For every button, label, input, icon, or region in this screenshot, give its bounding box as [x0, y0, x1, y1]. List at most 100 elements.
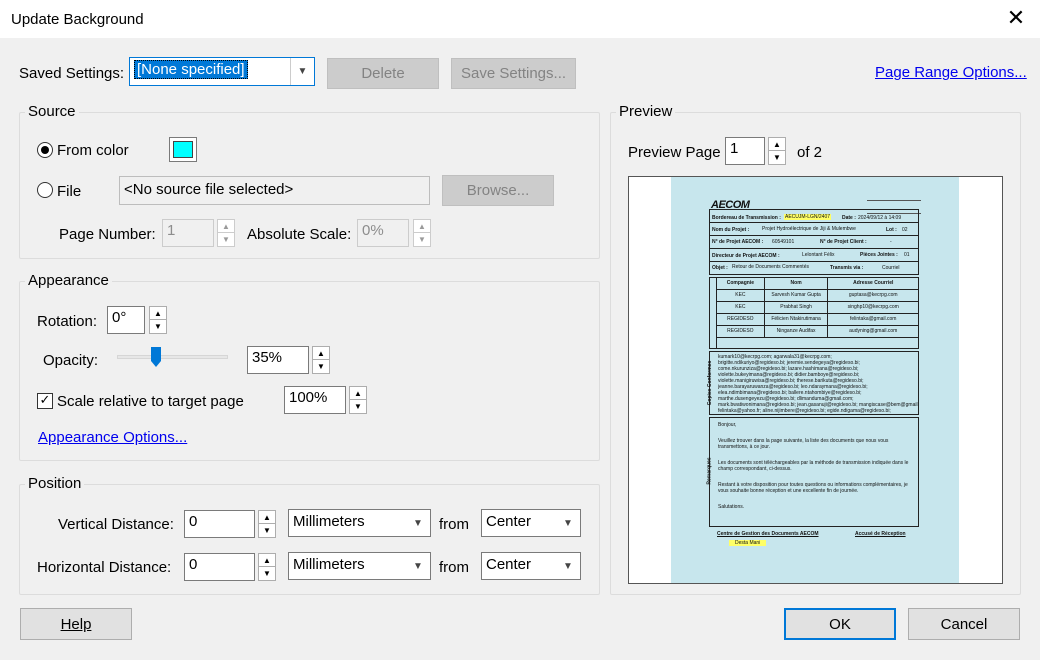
doc-object-value: Retour de Documents Commentés	[732, 264, 809, 270]
doc-table-cell: KEC	[717, 290, 765, 301]
doc-director-label: Directeur de Projet AECOM :	[712, 253, 780, 259]
spin-down-icon[interactable]: ▼	[413, 233, 431, 247]
spin-up-icon[interactable]: ▲	[312, 346, 330, 360]
doc-remarks-lines: Bonjour, Veuillez trouver dans la page su…	[718, 422, 916, 520]
help-button[interactable]: Help	[20, 608, 132, 640]
doc-object-label: Objet :	[712, 265, 728, 271]
preview-page-stepper[interactable]: ▲ ▼	[768, 137, 786, 165]
window-title: Update Background	[11, 11, 144, 28]
doc-attached-label: Pièces Jointes :	[860, 252, 898, 258]
spin-up-icon[interactable]: ▲	[258, 553, 276, 567]
doc-table-cell: audyning@gmail.com	[849, 328, 898, 334]
position-title: Position	[25, 475, 85, 492]
browse-button[interactable]: Browse...	[442, 175, 554, 206]
doc-aecom-no-label: N° de Projet AECOM :	[712, 239, 764, 245]
vertical-unit-value: Millimeters	[293, 513, 365, 530]
spin-up-icon[interactable]: ▲	[413, 219, 431, 233]
doc-lot-label: Lot :	[886, 227, 897, 233]
spin-up-icon[interactable]: ▲	[258, 510, 276, 524]
save-settings-button[interactable]: Save Settings...	[451, 58, 576, 89]
doc-client-no-value: -	[890, 239, 892, 245]
vertical-from-dropdown[interactable]: Center ▼	[481, 509, 581, 537]
page-range-options-link[interactable]: Page Range Options...	[875, 64, 1027, 81]
vertical-unit-dropdown[interactable]: Millimeters ▼	[288, 509, 431, 537]
preview-page-label: Preview Page	[628, 144, 721, 161]
title-bar: Update Background ✕	[0, 0, 1040, 38]
opacity-field[interactable]: 35%	[247, 346, 309, 374]
chevron-down-icon: ▼	[413, 560, 423, 572]
doc-remarks-box: Remarques Bonjour, Veuillez trouver dans …	[706, 417, 919, 527]
spin-down-icon[interactable]: ▼	[149, 320, 167, 334]
doc-recipients-table: Compagnie Nom Adresse Courriel KEC Sarvesh K…	[709, 277, 919, 349]
doc-date-value: 2024/09/12 à 14:09	[858, 215, 902, 221]
spin-down-icon[interactable]: ▼	[217, 233, 235, 247]
doc-transmission-value: AECUJM-LGN/2407	[784, 214, 832, 220]
absolute-scale-label: Absolute Scale:	[247, 226, 352, 243]
spin-up-icon[interactable]: ▲	[349, 386, 367, 400]
spin-up-icon[interactable]: ▲	[149, 306, 167, 320]
file-radio[interactable]	[37, 182, 53, 198]
absolute-scale-field[interactable]: 0%	[357, 219, 409, 247]
color-swatch-button[interactable]	[169, 137, 197, 162]
appearance-options-link[interactable]: Appearance Options...	[38, 429, 187, 446]
absolute-scale-stepper[interactable]: ▲ ▼	[413, 219, 431, 247]
source-title: Source	[25, 103, 79, 120]
spin-down-icon[interactable]: ▼	[349, 400, 367, 414]
cancel-button[interactable]: Cancel	[908, 608, 1020, 640]
doc-header-table: Bordereau de Transmission : AECUJM-LGN/2…	[709, 209, 919, 275]
scale-stepper[interactable]: ▲ ▼	[349, 386, 367, 414]
doc-client-no-label: N° de Projet Client :	[820, 239, 867, 245]
vertical-distance-stepper[interactable]: ▲ ▼	[258, 510, 276, 538]
color-swatch	[173, 141, 193, 158]
preview-page-field[interactable]: 1	[725, 137, 765, 165]
doc-remarks-label: Remarques	[706, 457, 713, 485]
saved-settings-dropdown[interactable]: [None specified] ▼	[129, 57, 315, 86]
doc-cc-line: felintaka@yahoo.fr; aline.nijimbere@regi…	[718, 408, 891, 414]
vertical-distance-field[interactable]: 0	[184, 510, 255, 538]
spin-down-icon[interactable]: ▼	[768, 151, 786, 165]
doc-footer-name: Desta Mani	[729, 540, 767, 546]
horizontal-from-dropdown[interactable]: Center ▼	[481, 552, 581, 580]
rotation-field[interactable]: 0°	[107, 306, 145, 334]
scale-relative-checkbox[interactable]: ✓	[37, 393, 53, 409]
page-number-field[interactable]: 1	[162, 219, 214, 247]
chevron-down-icon: ▼	[563, 517, 573, 529]
horizontal-distance-stepper[interactable]: ▲ ▼	[258, 553, 276, 581]
doc-project-label: Nom du Projet :	[712, 227, 750, 233]
doc-table-cell: REGIDESO	[717, 314, 765, 325]
spin-down-icon[interactable]: ▼	[258, 524, 276, 538]
page-number-stepper[interactable]: ▲ ▼	[217, 219, 235, 247]
ok-button[interactable]: OK	[784, 608, 896, 640]
scale-field[interactable]: 100%	[284, 386, 346, 414]
doc-cc-label: Copies Conformes	[707, 360, 714, 406]
doc-sent-via-label: Transmis via :	[830, 265, 864, 271]
horizontal-unit-dropdown[interactable]: Millimeters ▼	[288, 552, 431, 580]
opacity-stepper[interactable]: ▲ ▼	[312, 346, 330, 374]
doc-remark-paragraph: Veuillez trouver dans la page suivante, …	[718, 438, 889, 450]
spin-up-icon[interactable]: ▲	[217, 219, 235, 233]
preview-page-total: of 2	[797, 144, 823, 161]
opacity-slider-thumb[interactable]	[150, 346, 162, 368]
spin-up-icon[interactable]: ▲	[768, 137, 786, 151]
close-icon[interactable]: ✕	[1006, 6, 1026, 31]
preview-page: AECOM Bordereau de Transmission : AECUJM…	[671, 177, 959, 583]
spin-down-icon[interactable]: ▼	[312, 360, 330, 374]
delete-button[interactable]: Delete	[327, 58, 439, 89]
doc-remark-paragraph: Bonjour,	[718, 422, 737, 428]
page-number-label: Page Number:	[59, 226, 156, 243]
opacity-slider-track[interactable]	[117, 355, 228, 359]
saved-settings-label: Saved Settings:	[19, 65, 125, 82]
doc-remark-paragraph: Restant à votre disposition pour toutes …	[718, 482, 908, 494]
spin-down-icon[interactable]: ▼	[258, 567, 276, 581]
cancel-button-label: Cancel	[940, 615, 988, 633]
preview-canvas: AECOM Bordereau de Transmission : AECUJM…	[628, 176, 1003, 584]
horizontal-distance-field[interactable]: 0	[184, 553, 255, 581]
horizontal-unit-value: Millimeters	[293, 556, 365, 573]
from-color-radio[interactable]	[37, 142, 53, 158]
doc-table-cell: KEC	[717, 302, 765, 313]
doc-table-cell: Prabhat Singh	[765, 302, 829, 313]
rotation-stepper[interactable]: ▲ ▼	[149, 306, 167, 334]
scale-relative-label: Scale relative to target page	[57, 393, 244, 410]
horizontal-distance-label: Horizontal Distance:	[37, 559, 172, 576]
vertical-distance-label: Vertical Distance:	[58, 516, 174, 533]
